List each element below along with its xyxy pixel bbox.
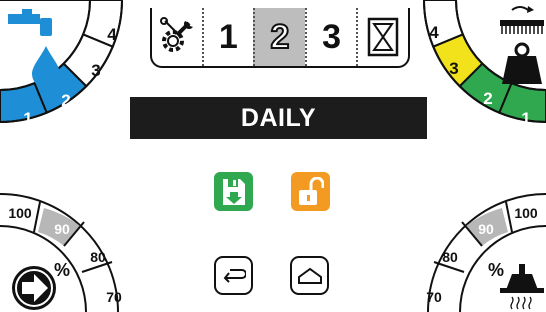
banner-title: DAILY (240, 103, 317, 132)
tab-timer[interactable] (356, 8, 408, 66)
tab-program-3-label: 3 (322, 17, 342, 56)
water-level-2: 2 (61, 91, 70, 110)
gear-wrench-icon (159, 17, 193, 52)
return-arrow-icon (223, 268, 246, 283)
hourglass-icon (367, 17, 399, 57)
brush-level-2: 2 (483, 89, 492, 108)
brush-level-4: 4 (429, 23, 439, 42)
vacuum-80: 80 (442, 249, 458, 265)
tab-settings[interactable] (152, 8, 202, 66)
speed-100: 100 (8, 205, 32, 221)
water-level-3: 3 (91, 61, 100, 80)
speed-70: 70 (106, 289, 122, 305)
open-padlock-icon (298, 176, 324, 205)
tab-program-2-label: 2 (270, 17, 291, 57)
home-icon (297, 267, 322, 284)
vacuum-90: 90 (478, 221, 494, 237)
save-button[interactable] (214, 172, 253, 211)
vacuum-70: 70 (426, 289, 442, 305)
rotating-brush-weight-icon (500, 6, 544, 84)
unlock-button[interactable] (291, 172, 330, 211)
tab-program-1[interactable]: 1 (201, 8, 254, 66)
speed-percent-unit: % (54, 260, 70, 280)
speed-90: 90 (54, 221, 70, 237)
home-button[interactable] (290, 256, 329, 295)
water-level-4: 4 (107, 25, 117, 44)
tab-program-3[interactable]: 3 (304, 8, 357, 66)
vacuum-percent-unit: % (488, 260, 504, 280)
back-button[interactable] (214, 256, 253, 295)
drive-speed-dial[interactable]: 100 90 80 70 % (0, 180, 140, 312)
tab-program-2[interactable]: 2 (253, 8, 305, 66)
water-dial[interactable]: 4 3 2 1 (0, 0, 130, 150)
speed-80: 80 (90, 249, 106, 265)
water-level-1: 1 (23, 109, 32, 128)
floppy-disk-save-icon (222, 178, 245, 205)
vacuum-suction-icon (500, 264, 544, 310)
brush-level-3: 3 (449, 59, 458, 78)
forward-arrow-circle-icon[interactable] (12, 266, 56, 310)
control-panel-screen: 4 3 2 1 4 3 2 1 100 90 80 70 % 100 90 80… (0, 0, 546, 312)
vacuum-dial[interactable]: 100 90 80 70 % (406, 180, 546, 312)
tab-program-1-label: 1 (218, 17, 238, 56)
program-mode-banner: DAILY (130, 97, 427, 139)
vacuum-100: 100 (514, 205, 538, 221)
brush-weight-dial[interactable]: 4 3 2 1 (416, 0, 546, 150)
program-tab-bar: 1 2 3 (150, 8, 410, 68)
brush-level-1: 1 (521, 109, 530, 128)
